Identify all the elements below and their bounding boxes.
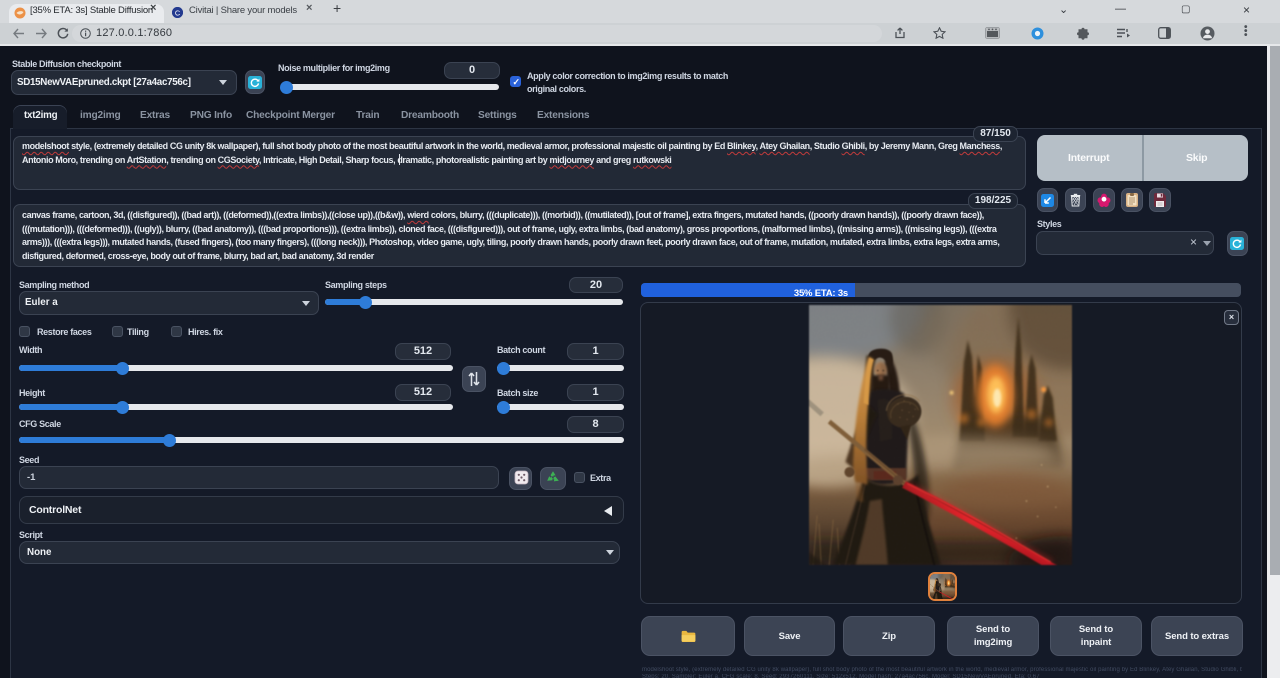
svg-text:C: C <box>175 8 181 17</box>
